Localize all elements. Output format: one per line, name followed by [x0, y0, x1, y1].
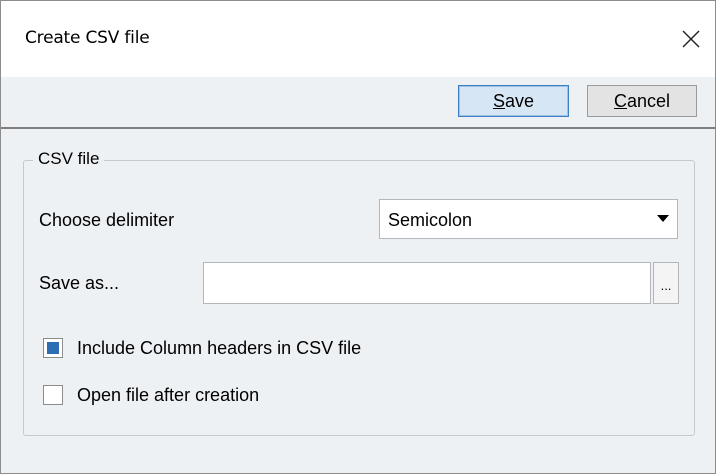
close-icon	[682, 30, 700, 48]
save-label-rest: ave	[504, 90, 535, 111]
save-as-input[interactable]	[203, 262, 651, 304]
title-bar: Create CSV file	[1, 1, 715, 77]
open-after-checkbox[interactable]	[43, 385, 63, 405]
close-button[interactable]	[669, 19, 713, 59]
save-as-label: Save as...	[39, 273, 120, 293]
delimiter-label: Choose delimiter	[39, 210, 175, 230]
chevron-down-icon	[657, 215, 669, 222]
save-button[interactable]: Save	[458, 85, 569, 117]
cancel-label-rest: ancel	[626, 90, 671, 111]
group-legend: CSV file	[33, 149, 105, 169]
delimiter-select[interactable]: Semicolon	[379, 199, 678, 239]
button-bar: Save Cancel	[1, 77, 715, 129]
create-csv-dialog: Create CSV file Save Cancel CSV file Cho…	[0, 0, 716, 474]
save-mnemonic: S	[492, 90, 505, 111]
include-headers-label[interactable]: Include Column headers in CSV file	[77, 338, 361, 359]
open-after-label[interactable]: Open file after creation	[77, 385, 259, 406]
delimiter-value: Semicolon	[388, 210, 473, 230]
browse-button[interactable]: ...	[653, 262, 679, 304]
cancel-mnemonic: C	[613, 90, 627, 111]
cancel-button[interactable]: Cancel	[587, 85, 697, 117]
include-headers-checkbox[interactable]	[43, 338, 63, 358]
window-title: Create CSV file	[25, 28, 150, 48]
